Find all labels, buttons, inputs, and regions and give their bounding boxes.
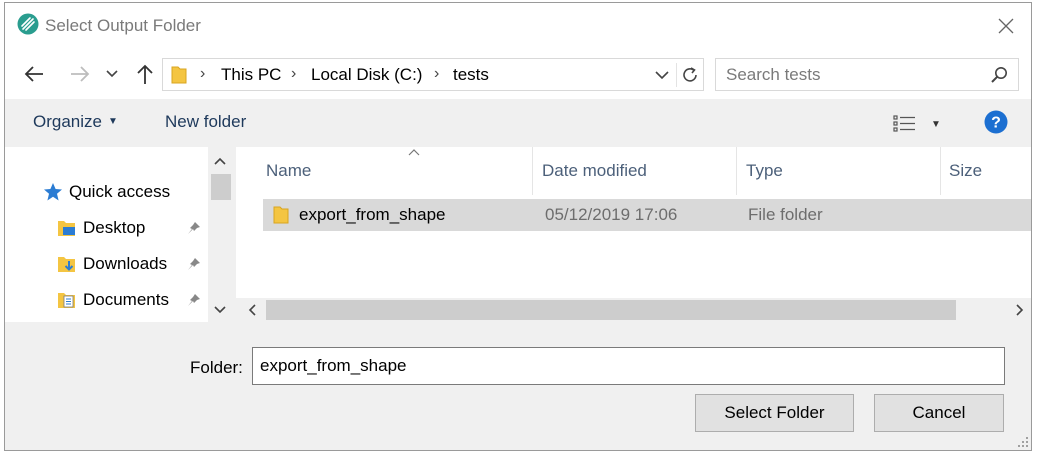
back-button[interactable] xyxy=(21,61,47,87)
close-button[interactable] xyxy=(991,11,1021,41)
svg-text:?: ? xyxy=(991,115,1001,132)
desktop-folder-icon xyxy=(57,218,77,238)
pin-icon[interactable] xyxy=(187,257,201,271)
file-date-modified: 05/12/2019 17:06 xyxy=(545,205,678,224)
breadcrumb-tests[interactable]: tests xyxy=(453,65,489,85)
search-icon xyxy=(991,67,1007,83)
chevron-left-icon xyxy=(248,304,256,316)
folder-name-input[interactable] xyxy=(252,347,1005,385)
breadcrumb-this-pc[interactable]: This PC xyxy=(221,65,281,85)
breadcrumb-local-disk[interactable]: Local Disk (C:) xyxy=(311,65,422,85)
nav-item-downloads[interactable]: Downloads xyxy=(57,249,167,279)
caret-down-icon: ▼ xyxy=(931,118,941,130)
nav-pane-vertical-scrollbar[interactable] xyxy=(208,147,232,322)
chevron-down-icon xyxy=(214,306,226,314)
breadcrumb-chevron-icon: › xyxy=(291,65,297,82)
chevron-up-icon xyxy=(214,157,226,165)
column-header-type[interactable]: Type xyxy=(738,147,941,195)
folder-icon xyxy=(273,206,289,224)
scroll-up-button[interactable] xyxy=(208,149,232,173)
scroll-thumb[interactable] xyxy=(266,300,956,320)
column-header-label: Name xyxy=(266,161,312,180)
search-input[interactable] xyxy=(716,59,986,90)
chevron-down-icon xyxy=(106,70,118,78)
nav-item-label: Documents xyxy=(83,290,169,309)
chevron-right-icon xyxy=(1016,304,1024,316)
change-view-button[interactable]: ▼ xyxy=(893,111,953,137)
resize-grip-icon[interactable] xyxy=(1017,436,1029,448)
documents-folder-icon xyxy=(57,290,77,310)
navigation-pane: Quick access Desktop Downloads Documents xyxy=(5,147,232,322)
refresh-button[interactable] xyxy=(676,63,702,87)
select-folder-button[interactable]: Select Folder xyxy=(695,394,854,432)
scroll-left-button[interactable] xyxy=(242,298,262,322)
file-name: export_from_shape xyxy=(299,205,446,224)
breadcrumb-chevron-icon: › xyxy=(434,65,440,82)
folder-label: Folder: xyxy=(190,358,243,377)
address-dropdown-button[interactable] xyxy=(651,63,673,87)
command-toolbar: Organize ▼ New folder ▼ xyxy=(5,99,1031,147)
scroll-right-button[interactable] xyxy=(1010,298,1030,322)
column-header-date-modified[interactable]: Date modified xyxy=(534,147,737,195)
pin-icon[interactable] xyxy=(187,221,201,235)
arrow-up-icon xyxy=(137,64,153,84)
app-logo-icon xyxy=(17,13,39,35)
address-bar[interactable]: › This PC › Local Disk (C:) › tests xyxy=(162,58,704,91)
table-row[interactable]: export_from_shape 05/12/2019 17:06 File … xyxy=(263,199,1031,231)
help-icon[interactable]: ? xyxy=(984,110,1008,134)
chevron-down-icon xyxy=(655,70,669,79)
column-header-name[interactable]: Name xyxy=(258,147,533,195)
column-header-size[interactable]: Size xyxy=(941,147,1031,195)
search-box[interactable] xyxy=(715,58,1019,91)
nav-item-desktop[interactable]: Desktop xyxy=(57,213,145,243)
nav-item-label: Desktop xyxy=(83,218,146,237)
nav-item-label: Downloads xyxy=(83,254,168,273)
arrow-left-icon xyxy=(24,66,43,82)
star-icon xyxy=(43,182,63,202)
details-view-icon xyxy=(893,115,915,132)
scroll-down-button[interactable] xyxy=(208,298,232,322)
new-folder-button[interactable]: New folder xyxy=(165,112,246,132)
refresh-icon xyxy=(682,67,697,82)
nav-item-label: Quick access xyxy=(69,182,171,201)
window-title: Select Output Folder xyxy=(45,16,201,35)
up-button[interactable] xyxy=(132,61,158,87)
navigation-bar: › This PC › Local Disk (C:) › tests xyxy=(5,49,1031,99)
title-bar: Select Output Folder xyxy=(5,3,1031,49)
caret-down-icon: ▼ xyxy=(107,116,118,127)
close-icon xyxy=(998,18,1014,34)
file-list: Name Date modified Type Size export_from… xyxy=(236,147,1031,322)
recent-locations-button[interactable] xyxy=(103,61,121,87)
organize-button[interactable]: Organize ▼ xyxy=(33,112,118,132)
sort-ascending-icon xyxy=(408,149,420,156)
downloads-folder-icon xyxy=(57,254,77,274)
nav-item-quick-access[interactable]: Quick access xyxy=(43,177,170,207)
breadcrumb-chevron-icon: › xyxy=(200,65,206,82)
pin-icon[interactable] xyxy=(187,293,201,307)
cancel-button[interactable]: Cancel xyxy=(874,394,1004,432)
select-output-folder-dialog: Select Output Folder › This PC › Local D… xyxy=(4,2,1032,451)
scroll-thumb[interactable] xyxy=(211,174,231,200)
arrow-right-icon xyxy=(71,66,90,82)
organize-label: Organize xyxy=(33,112,102,131)
file-list-horizontal-scrollbar[interactable] xyxy=(236,298,1031,322)
file-type: File folder xyxy=(748,205,823,224)
nav-item-documents[interactable]: Documents xyxy=(57,285,169,315)
folder-icon xyxy=(171,66,187,84)
forward-button[interactable] xyxy=(67,61,93,87)
